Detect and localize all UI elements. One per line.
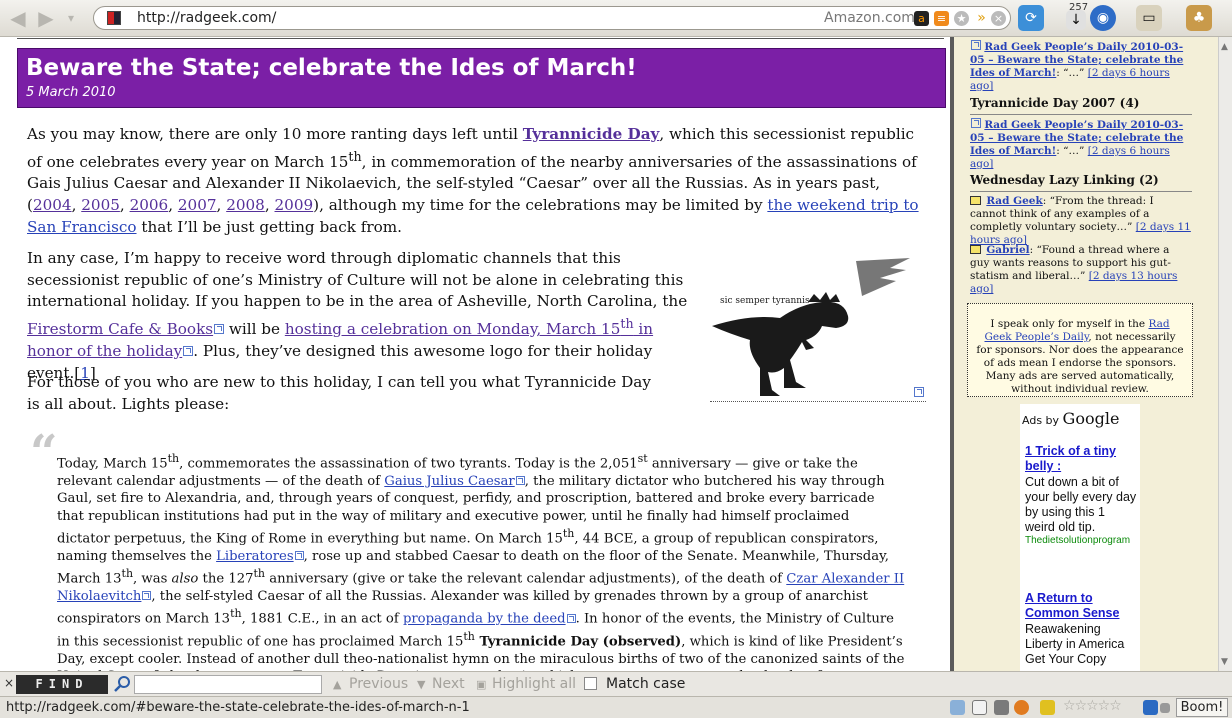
search-icon bbox=[114, 676, 130, 692]
propaganda-link[interactable]: propaganda by the deed bbox=[403, 612, 566, 627]
dinosaur-logo-icon bbox=[712, 258, 910, 396]
scroll-down-icon[interactable]: ▼ bbox=[1221, 657, 1228, 667]
main-content: Beware the State; celebrate the Ides of … bbox=[0, 37, 950, 671]
history-dropdown-icon[interactable]: ▾ bbox=[62, 7, 80, 29]
liberatores-link[interactable]: Liberatores bbox=[216, 549, 294, 564]
close-find-bar-button[interactable]: × bbox=[4, 676, 14, 690]
divider bbox=[17, 38, 944, 39]
external-link-icon bbox=[183, 345, 194, 356]
highlight-icon: ▣ bbox=[476, 678, 487, 691]
sidebar-comment-3: Rad Geek: “From the thread: I cannot thi… bbox=[970, 195, 1191, 246]
globe-icon[interactable]: ◉ bbox=[1090, 5, 1116, 31]
gear-icon[interactable] bbox=[994, 700, 1009, 715]
find-bar: × FIND ▲ Previous ▼ Next ▣ Highlight all… bbox=[0, 671, 1232, 696]
paragraph-intro: As you may know, there are only 10 more … bbox=[27, 125, 919, 236]
user-icon[interactable] bbox=[950, 700, 965, 715]
bookmark-star-icon[interactable]: ★ bbox=[954, 11, 969, 26]
external-link-icon bbox=[294, 550, 304, 560]
sidebar-heading-lazy-linking: Wednesday Lazy Linking (2) bbox=[970, 173, 1192, 192]
external-link-icon bbox=[214, 324, 225, 335]
paragraph-lights: For those of you who are new to this hol… bbox=[27, 373, 651, 413]
search-engine-label[interactable]: Amazon.com bbox=[824, 10, 915, 26]
dropdown-icon[interactable] bbox=[1160, 703, 1170, 713]
site-favicon-icon bbox=[107, 11, 121, 25]
translate-icon[interactable] bbox=[1143, 700, 1158, 715]
next-arrow-icon: ▼ bbox=[417, 678, 426, 691]
extension-icon[interactable]: ♣ bbox=[1186, 5, 1212, 31]
match-case-label[interactable]: Match case bbox=[606, 676, 685, 692]
rating-stars[interactable]: ☆☆☆☆☆ bbox=[1063, 698, 1122, 714]
status-bar: http://radgeek.com/#beware-the-state-cel… bbox=[0, 696, 1232, 718]
google-ads-box: Ads by Google 1 Trick of a tiny belly : … bbox=[1020, 404, 1140, 671]
external-link-icon[interactable] bbox=[914, 387, 924, 397]
arrow-icon[interactable] bbox=[1040, 700, 1055, 715]
amazon-icon[interactable]: a bbox=[914, 11, 929, 26]
year-link-2007[interactable]: 2007 bbox=[178, 196, 217, 214]
external-link-icon bbox=[515, 475, 525, 485]
monkey-icon[interactable] bbox=[1014, 700, 1029, 715]
ads-by-google-label[interactable]: Ads by Google bbox=[1022, 409, 1119, 428]
url-text[interactable]: http://radgeek.com/ bbox=[137, 10, 276, 26]
external-link-icon bbox=[971, 40, 981, 50]
sidebar-comment-1: Rad Geek People’s Daily 2010-03-05 – Bew… bbox=[970, 40, 1184, 92]
tyrannicide-day-link[interactable]: Tyrannicide Day bbox=[523, 125, 660, 143]
scroll-up-icon[interactable]: ▲ bbox=[1221, 42, 1228, 52]
download-icon[interactable]: ↓ bbox=[1066, 10, 1086, 30]
page-viewport: Beware the State; celebrate the Ides of … bbox=[0, 37, 1232, 671]
addon-icon[interactable]: ▭ bbox=[1136, 5, 1162, 31]
status-url: http://radgeek.com/#beware-the-state-cel… bbox=[6, 700, 470, 715]
paragraph-firestorm: In any case, I’m happy to receive word t… bbox=[27, 249, 688, 382]
page-icon[interactable] bbox=[972, 700, 987, 715]
comment-icon bbox=[970, 245, 981, 254]
ad-1-title[interactable]: 1 Trick of a tiny belly : bbox=[1025, 444, 1135, 474]
chevron-right-icon[interactable]: » bbox=[974, 11, 989, 26]
external-link-icon bbox=[971, 118, 981, 128]
previous-arrow-icon: ▲ bbox=[333, 678, 342, 691]
comment-icon bbox=[970, 196, 981, 205]
tyrannicide-logo: sic semper tyrannis bbox=[710, 256, 926, 402]
year-link-2009[interactable]: 2009 bbox=[275, 196, 314, 214]
stop-icon[interactable]: × bbox=[991, 11, 1006, 26]
browser-toolbar: ◀ ▶ ▾ http://radgeek.com/ Amazon.com a ≡… bbox=[0, 0, 1232, 37]
rss-feed-icon[interactable]: ≡ bbox=[934, 11, 949, 26]
sponsor-disclaimer: I speak only for myself in the Rad Geek … bbox=[967, 303, 1193, 397]
year-link-2004[interactable]: 2004 bbox=[33, 196, 72, 214]
find-previous-button[interactable]: Previous bbox=[349, 676, 408, 692]
vertical-scrollbar[interactable] bbox=[1218, 37, 1232, 671]
blockquote: Today, March 15th, commemorates the assa… bbox=[57, 452, 905, 671]
year-link-2008[interactable]: 2008 bbox=[226, 196, 265, 214]
back-button[interactable]: ◀ bbox=[6, 7, 30, 29]
ad-1-body[interactable]: Cut down a bit of your belly every day b… bbox=[1025, 475, 1137, 535]
post-header: Beware the State; celebrate the Ides of … bbox=[17, 48, 946, 108]
year-link-2005[interactable]: 2005 bbox=[81, 196, 120, 214]
url-bar[interactable]: http://radgeek.com/ Amazon.com a ≡ ★ » × bbox=[93, 6, 1011, 30]
external-link-icon bbox=[142, 591, 152, 601]
forward-button[interactable]: ▶ bbox=[34, 7, 58, 29]
ad-1-url[interactable]: Thedietsolutionprogram bbox=[1025, 535, 1130, 546]
post-title: Beware the State; celebrate the Ides of … bbox=[26, 55, 637, 81]
reload-icon[interactable]: ⟳ bbox=[1018, 5, 1044, 31]
ad-2-title[interactable]: A Return to Common Sense bbox=[1025, 591, 1135, 621]
firestorm-cafe-link[interactable]: Firestorm Cafe & Books bbox=[27, 320, 213, 338]
find-label: FIND bbox=[16, 675, 108, 694]
post-date: 5 March 2010 bbox=[26, 85, 116, 100]
caesar-link[interactable]: Gaius Julius Caesar bbox=[384, 474, 514, 489]
sidebar-heading-tyrannicide-2007: Tyrannicide Day 2007 (4) bbox=[970, 96, 1192, 115]
sidebar-author-link[interactable]: Gabriel bbox=[986, 244, 1029, 256]
sidebar: Rad Geek People’s Daily 2010-03-05 – Bew… bbox=[954, 37, 1218, 671]
sidebar-comment-4: Gabriel: “Found a thread where a guy wan… bbox=[970, 244, 1178, 295]
ad-2-body[interactable]: Reawakening Liberty in America Get Your … bbox=[1025, 622, 1137, 667]
find-next-button[interactable]: Next bbox=[432, 676, 465, 692]
sidebar-comment-2: Rad Geek People’s Daily 2010-03-05 – Bew… bbox=[970, 118, 1184, 170]
quote-mark-icon: “ bbox=[30, 425, 58, 481]
find-input[interactable] bbox=[134, 675, 322, 694]
boom-button[interactable]: Boom! bbox=[1176, 698, 1228, 717]
highlight-all-button[interactable]: Highlight all bbox=[492, 676, 576, 692]
year-link-2006[interactable]: 2006 bbox=[130, 196, 169, 214]
sidebar-author-link[interactable]: Rad Geek bbox=[986, 195, 1042, 207]
match-case-checkbox[interactable] bbox=[584, 677, 597, 690]
external-link-icon bbox=[566, 613, 576, 623]
